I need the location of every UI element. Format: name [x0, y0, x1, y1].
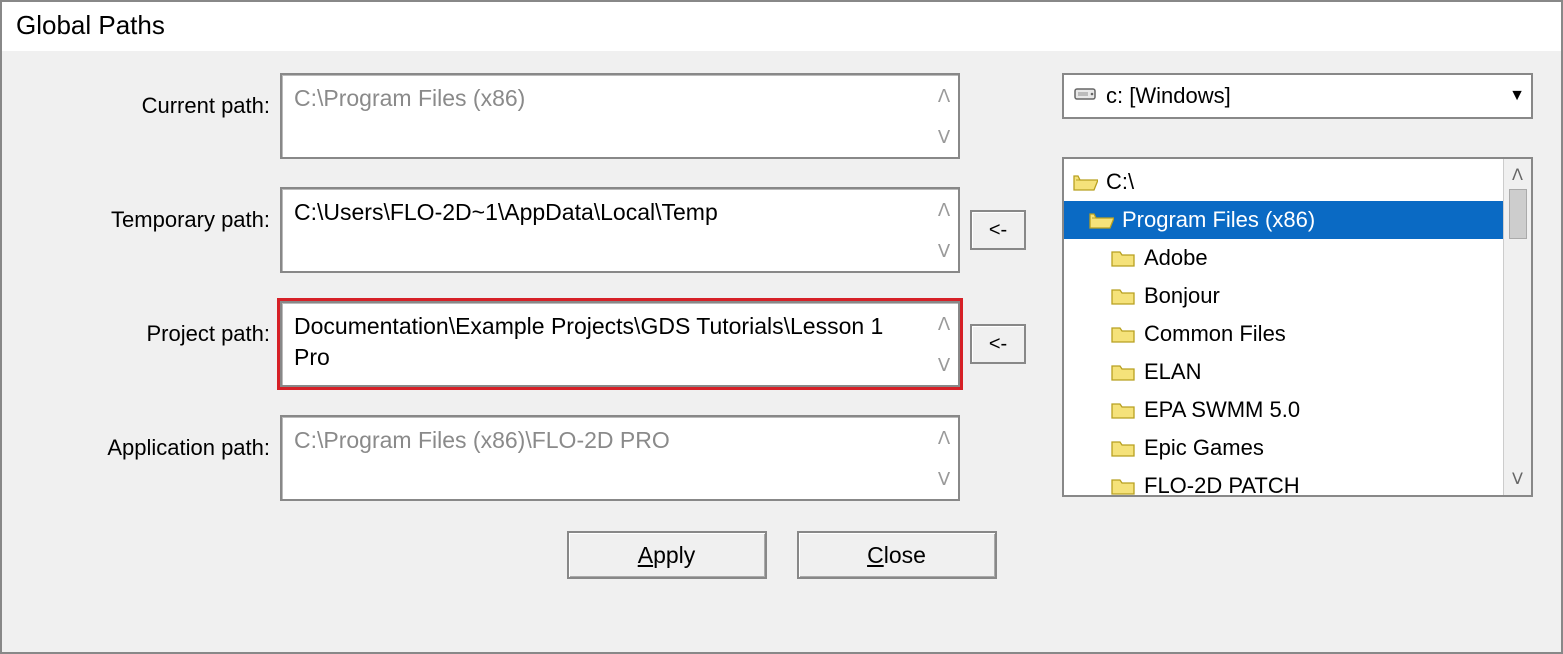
chevron-up-icon[interactable]: ᐱ: [938, 201, 950, 219]
temporary-path-wrap: C:\Users\FLO-2D~1\AppData\Local\Temp ᐱ ᐯ: [280, 187, 960, 273]
tree-item-label: ELAN: [1144, 359, 1201, 385]
tree-item[interactable]: C:\: [1064, 163, 1503, 201]
tree-item[interactable]: FLO-2D PATCH: [1064, 467, 1503, 495]
tree-item-label: Bonjour: [1144, 283, 1220, 309]
current-path-value: C:\Program Files (x86): [282, 75, 930, 157]
folder-icon: [1108, 437, 1138, 459]
current-path-field[interactable]: C:\Program Files (x86) ᐱ ᐯ: [280, 73, 960, 159]
assign-temporary-button[interactable]: <-: [970, 210, 1026, 250]
application-path-value: C:\Program Files (x86)\FLO-2D PRO: [282, 417, 930, 499]
scroll-thumb[interactable]: [1509, 189, 1527, 239]
drive-label: c: [Windows]: [1106, 83, 1499, 109]
paths-grid: Current path: C:\Program Files (x86) ᐱ ᐯ…: [30, 73, 1040, 501]
folder-open-icon: [1086, 209, 1116, 231]
tree-item-label: Epic Games: [1144, 435, 1264, 461]
tree-item-label: Common Files: [1144, 321, 1286, 347]
main-content: Current path: C:\Program Files (x86) ᐱ ᐯ…: [30, 73, 1533, 501]
client-area: Current path: C:\Program Files (x86) ᐱ ᐯ…: [2, 51, 1561, 652]
temporary-path-field[interactable]: C:\Users\FLO-2D~1\AppData\Local\Temp ᐱ ᐯ: [280, 187, 960, 273]
folder-icon: [1108, 361, 1138, 383]
chevron-down-icon[interactable]: ᐯ: [938, 128, 950, 146]
current-path-label: Current path:: [30, 73, 270, 119]
tree-item-label: C:\: [1106, 169, 1134, 195]
chevron-down-icon[interactable]: ᐯ: [938, 470, 950, 488]
folder-open-icon: [1070, 171, 1100, 193]
assign-project-button[interactable]: <-: [970, 324, 1026, 364]
button-bar: Apply Close: [30, 531, 1533, 579]
chevron-up-icon[interactable]: ᐱ: [938, 429, 950, 447]
project-path-value: Documentation\Example Projects\GDS Tutor…: [282, 303, 930, 385]
scroll-up-icon[interactable]: ᐱ: [1512, 165, 1523, 185]
window-title: Global Paths: [2, 2, 1561, 51]
tree-item[interactable]: EPA SWMM 5.0: [1064, 391, 1503, 429]
folder-icon: [1108, 285, 1138, 307]
drive-selector[interactable]: c: [Windows] ▼: [1062, 73, 1533, 119]
application-path-label: Application path:: [30, 415, 270, 461]
tree-item[interactable]: Common Files: [1064, 315, 1503, 353]
close-accel: C: [867, 542, 884, 568]
tree-item-label: Adobe: [1144, 245, 1208, 271]
chevron-down-icon[interactable]: ᐯ: [938, 356, 950, 374]
folder-icon: [1108, 247, 1138, 269]
tree-item-label: EPA SWMM 5.0: [1144, 397, 1300, 423]
chevron-down-icon[interactable]: ᐯ: [938, 242, 950, 260]
right-panel: c: [Windows] ▼ C:\ Program Files (x86) Ado…: [1062, 73, 1533, 497]
tree-item[interactable]: Program Files (x86): [1064, 201, 1503, 239]
project-path-label: Project path:: [30, 301, 270, 347]
dropdown-arrow-icon: ▼: [1509, 87, 1525, 105]
project-path-field[interactable]: Documentation\Example Projects\GDS Tutor…: [280, 301, 960, 387]
close-rest: lose: [884, 542, 926, 568]
chevron-up-icon[interactable]: ᐱ: [938, 87, 950, 105]
folder-tree-body: C:\ Program Files (x86) Adobe Bonjour Common…: [1064, 159, 1503, 495]
apply-button[interactable]: Apply: [567, 531, 767, 579]
application-path-spinner[interactable]: ᐱ ᐯ: [930, 417, 958, 499]
close-button[interactable]: Close: [797, 531, 997, 579]
chevron-up-icon[interactable]: ᐱ: [938, 315, 950, 333]
folder-icon: [1108, 399, 1138, 421]
apply-rest: pply: [653, 542, 695, 568]
current-path-spinner[interactable]: ᐱ ᐯ: [930, 75, 958, 157]
drive-icon: [1074, 85, 1096, 108]
tree-scrollbar[interactable]: ᐱ ᐯ: [1503, 159, 1531, 495]
global-paths-window: Global Paths Current path: C:\Program Fi…: [0, 0, 1563, 654]
project-path-spinner[interactable]: ᐱ ᐯ: [930, 303, 958, 385]
application-path-field[interactable]: C:\Program Files (x86)\FLO-2D PRO ᐱ ᐯ: [280, 415, 960, 501]
tree-item[interactable]: Epic Games: [1064, 429, 1503, 467]
application-path-wrap: C:\Program Files (x86)\FLO-2D PRO ᐱ ᐯ: [280, 415, 960, 501]
tree-item-label: Program Files (x86): [1122, 207, 1315, 233]
apply-accel: A: [638, 542, 653, 568]
temporary-path-label: Temporary path:: [30, 187, 270, 233]
scroll-down-icon[interactable]: ᐯ: [1512, 469, 1523, 489]
project-path-wrap: Documentation\Example Projects\GDS Tutor…: [280, 301, 960, 387]
tree-item[interactable]: Adobe: [1064, 239, 1503, 277]
current-path-wrap: C:\Program Files (x86) ᐱ ᐯ: [280, 73, 960, 159]
temporary-path-value: C:\Users\FLO-2D~1\AppData\Local\Temp: [282, 189, 930, 271]
temporary-path-spinner[interactable]: ᐱ ᐯ: [930, 189, 958, 271]
tree-item[interactable]: ELAN: [1064, 353, 1503, 391]
folder-tree[interactable]: C:\ Program Files (x86) Adobe Bonjour Common…: [1062, 157, 1533, 497]
tree-item[interactable]: Bonjour: [1064, 277, 1503, 315]
folder-icon: [1108, 475, 1138, 495]
tree-item-label: FLO-2D PATCH: [1144, 473, 1300, 495]
folder-icon: [1108, 323, 1138, 345]
